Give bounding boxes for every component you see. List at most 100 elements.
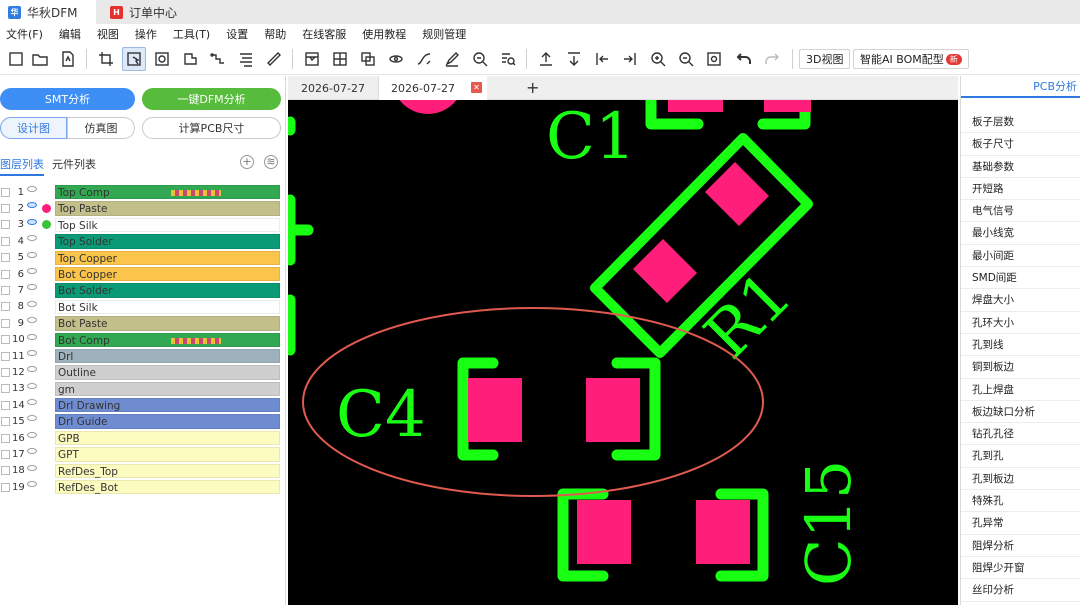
calc-pcb-size-button[interactable]: 计算PCB尺寸 — [142, 117, 281, 139]
import-down-icon[interactable] — [562, 47, 586, 71]
layer-row[interactable]: 6 Bot Copper — [0, 266, 282, 282]
net-icon[interactable] — [206, 47, 230, 71]
analysis-item[interactable]: 基础参数 — [961, 156, 1080, 178]
layer-name[interactable]: Drl Guide — [55, 414, 280, 429]
smt-analysis-button[interactable]: SMT分析 — [0, 88, 135, 110]
eye-icon[interactable] — [27, 317, 37, 324]
redo-icon[interactable] — [760, 47, 784, 71]
analysis-item[interactable]: 丝印分析 — [961, 579, 1080, 602]
3d-view-button[interactable]: 3D视图 — [799, 49, 851, 69]
app-tab-dfm[interactable]: 华 华秋DFM — [0, 0, 96, 24]
layer-row[interactable]: 17 GPT — [0, 446, 282, 462]
layer-checkbox[interactable] — [1, 335, 10, 345]
eye-icon[interactable] — [27, 464, 37, 471]
add-tab-icon[interactable]: + — [526, 78, 539, 97]
layer-row[interactable]: 11 Drl — [0, 348, 282, 364]
eye-icon[interactable] — [27, 202, 37, 209]
layer-row[interactable]: 3 Top Silk — [0, 217, 282, 233]
layer-name[interactable]: GPT — [55, 447, 280, 462]
zoom-out-icon[interactable] — [674, 47, 698, 71]
layer-name[interactable]: Drl — [55, 348, 280, 364]
grid-icon[interactable] — [328, 47, 352, 71]
layer-row[interactable]: 15 Drl Guide — [0, 413, 282, 429]
analysis-item[interactable]: 孔环大小 — [961, 312, 1080, 334]
align-left-icon[interactable] — [590, 47, 614, 71]
eye-icon[interactable] — [27, 382, 37, 389]
layer-name[interactable]: Bot Paste — [55, 316, 280, 331]
crop-icon[interactable] — [94, 47, 118, 71]
layer-name[interactable]: Top Copper — [55, 250, 280, 265]
tab-layer-list[interactable]: 图层列表 — [0, 156, 44, 176]
layer-checkbox[interactable] — [1, 302, 10, 312]
layer-row[interactable]: 4 Top Solder — [0, 233, 282, 249]
layer-name[interactable]: GPB — [55, 430, 280, 446]
layer-name[interactable]: Top Silk — [55, 217, 280, 233]
new-file-icon[interactable] — [4, 47, 28, 71]
design-view-toggle[interactable]: 设计图 — [0, 117, 67, 139]
analysis-item[interactable]: 焊盘大小 — [961, 289, 1080, 312]
layer-checkbox[interactable] — [1, 384, 10, 394]
pad-c4-2[interactable] — [586, 378, 640, 442]
analysis-item[interactable]: 板子层数 — [961, 111, 1080, 134]
pad-c1-2b[interactable] — [764, 100, 811, 112]
component-icon[interactable] — [178, 47, 202, 71]
pad-c15-2[interactable] — [696, 500, 750, 564]
route-icon[interactable] — [412, 47, 436, 71]
layer-row[interactable]: 18 RefDes_Top — [0, 463, 282, 479]
link-icon[interactable] — [384, 47, 408, 71]
pad-c4-1[interactable] — [468, 378, 522, 442]
analysis-item[interactable]: 电气信号 — [961, 200, 1080, 223]
ai-bom-button[interactable]: 智能AI BOM配型 新 — [853, 49, 969, 69]
fit-window-icon[interactable] — [702, 47, 726, 71]
layers-toggle-icon[interactable]: ≋ — [264, 155, 278, 169]
layer-row[interactable]: 10 Bot Comp — [0, 332, 282, 348]
layer-checkbox[interactable] — [1, 482, 10, 492]
pcb-canvas[interactable]: C1 R1 C4 C15 — [288, 100, 958, 605]
app-tab-orders[interactable]: H 订单中心 — [106, 0, 177, 24]
analysis-item[interactable]: 孔到线 — [961, 334, 1080, 357]
pad-c1-1[interactable] — [668, 100, 723, 112]
add-icon[interactable]: + — [240, 155, 254, 169]
layer-name[interactable]: RefDes_Top — [55, 463, 280, 479]
layer-row[interactable]: 8 Bot Silk — [0, 299, 282, 315]
layer-name[interactable]: gm — [55, 381, 280, 397]
menu-help[interactable]: 帮助 — [264, 26, 286, 42]
analysis-item[interactable]: 孔异常 — [961, 512, 1080, 535]
layer-name[interactable]: Top Comp — [55, 184, 280, 200]
layer-checkbox[interactable] — [1, 269, 10, 279]
copy-layers-icon[interactable] — [356, 47, 380, 71]
pcb-analysis-title[interactable]: PCB分析 — [961, 76, 1080, 98]
layer-checkbox[interactable] — [1, 286, 10, 296]
menu-file[interactable]: 文件(F) — [6, 26, 43, 42]
align-icon[interactable] — [234, 47, 258, 71]
eye-icon[interactable] — [27, 333, 37, 340]
layer-name[interactable]: Bot Silk — [55, 299, 280, 315]
layer-name[interactable]: Bot Solder — [55, 283, 280, 298]
eye-icon[interactable] — [27, 267, 37, 274]
eye-icon[interactable] — [27, 300, 37, 307]
close-tab-icon[interactable]: ✕ — [471, 82, 482, 93]
one-click-dfm-button[interactable]: 一键DFM分析 — [142, 88, 281, 110]
pad-c15-1[interactable] — [577, 500, 631, 564]
search-list-icon[interactable] — [496, 47, 520, 71]
analysis-item[interactable]: 阻焊分析 — [961, 535, 1080, 557]
layer-checkbox[interactable] — [1, 253, 10, 263]
layer-row[interactable]: 14 Drl Drawing — [0, 397, 282, 413]
eye-icon[interactable] — [27, 218, 37, 225]
layer-checkbox[interactable] — [1, 318, 10, 328]
analysis-item[interactable]: 孔到孔 — [961, 445, 1080, 468]
layer-checkbox[interactable] — [1, 220, 10, 230]
layer-name[interactable]: Outline — [55, 365, 280, 380]
layer-checkbox[interactable] — [1, 400, 10, 410]
layer-name[interactable]: Bot Comp — [55, 332, 280, 347]
layer-row[interactable]: 7 Bot Solder — [0, 282, 282, 298]
board-view-icon[interactable] — [300, 47, 324, 71]
menu-online-support[interactable]: 在线客服 — [302, 26, 346, 42]
menu-view[interactable]: 视图 — [97, 26, 119, 42]
zoom-fit-icon[interactable] — [468, 47, 492, 71]
analysis-item[interactable]: 孔上焊盘 — [961, 379, 1080, 401]
layer-checkbox[interactable] — [1, 466, 10, 476]
layer-check-icon[interactable] — [42, 220, 51, 230]
pdf-icon[interactable] — [56, 47, 80, 71]
menu-settings[interactable]: 设置 — [226, 26, 248, 42]
